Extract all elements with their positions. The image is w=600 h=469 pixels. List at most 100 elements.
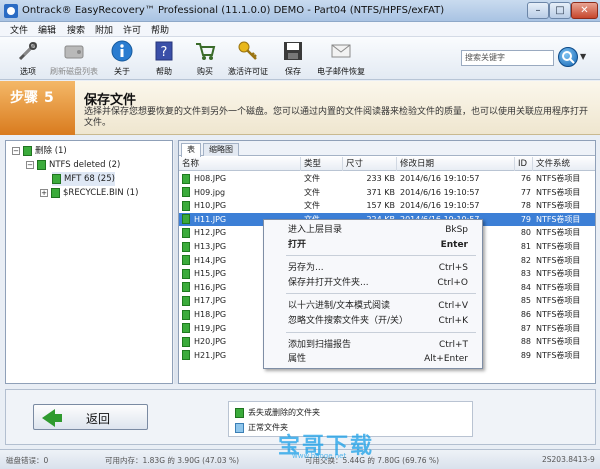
tab-table[interactable]: 表: [181, 143, 201, 157]
column-id[interactable]: ID: [515, 157, 533, 171]
refresh-disk-icon: [64, 45, 84, 59]
context-menu-item[interactable]: 进入上层目录 BkSp: [264, 222, 482, 238]
table-cell-fs: NTFS卷项目: [536, 337, 581, 347]
tools-icon: [18, 41, 38, 61]
file-icon: [182, 200, 190, 211]
context-menu-item[interactable]: 忽略文件搜索文件夹（开/关） Ctrl+K: [264, 313, 482, 329]
menu-extras[interactable]: 附加: [95, 23, 113, 36]
file-icon: [182, 214, 190, 225]
menu-separator: [286, 255, 476, 257]
status-disk-errors: 磁盘错误：0: [6, 456, 49, 465]
file-icon: [182, 350, 190, 361]
step-title: 保存文件: [84, 93, 137, 108]
buy-button[interactable]: 购买: [189, 39, 221, 78]
table-cell-id: 89: [520, 350, 531, 360]
email-recovery-button[interactable]: 电子邮件恢复: [313, 39, 369, 78]
save-button[interactable]: 保存: [278, 39, 308, 78]
info-icon: [111, 40, 133, 62]
file-icon: [182, 295, 190, 306]
folder-tree: − 删除 (1) − NTFS deleted (2) MFT 68 (25) + $…: [5, 140, 173, 384]
app-icon: [4, 4, 18, 18]
table-cell-fs: NTFS卷项目: [536, 174, 581, 183]
column-type[interactable]: 类型: [301, 157, 343, 171]
table-cell-fs: NTFS卷项目: [536, 201, 581, 211]
context-menu: 进入上层目录 BkSp 打开 Enter 另存为... Ctrl+S 保存并打开文件夹...…: [263, 219, 483, 369]
step-label-text: 步骤: [10, 90, 38, 106]
tree-node-mft[interactable]: MFT 68 (25): [52, 172, 115, 186]
mail-icon: [331, 44, 351, 58]
file-icon: [182, 187, 190, 198]
table-cell-fs: NTFS卷项目: [536, 214, 581, 224]
activate-license-button[interactable]: 激活许可证: [226, 39, 270, 78]
column-name[interactable]: 名称: [179, 157, 301, 171]
context-menu-item[interactable]: 属性 Alt+Enter: [264, 351, 482, 367]
help-button[interactable]: ? 帮助: [148, 39, 180, 78]
table-cell-size: 157 KB: [366, 201, 395, 211]
status-code: 2S203.8413-9: [542, 455, 595, 464]
file-icon: [182, 323, 190, 334]
menu-edit[interactable]: 编辑: [38, 23, 56, 36]
table-row[interactable]: H08.JPG 文件 233 KB 2014/6/16 19:10:57 76 NTFS卷…: [179, 172, 595, 186]
folder-icon: [37, 159, 46, 170]
legend-lost-folder: 丢失或删除的文件夹: [235, 407, 320, 418]
menu-separator: [286, 331, 476, 333]
expand-icon[interactable]: +: [40, 188, 48, 197]
menu-search[interactable]: 搜索: [67, 23, 85, 36]
table-row[interactable]: H10.JPG 文件 157 KB 2014/6/16 19:10:57 78 NTFS卷…: [179, 199, 595, 213]
menu-separator: [286, 293, 476, 295]
minimize-button[interactable]: –: [527, 2, 549, 19]
back-button[interactable]: 返回: [33, 404, 148, 430]
about-button[interactable]: 关于: [106, 39, 138, 78]
table-cell-name: H09.jpg: [182, 186, 300, 199]
collapse-icon[interactable]: −: [26, 160, 34, 169]
context-menu-item[interactable]: 打开 Enter: [264, 237, 482, 253]
search-button[interactable]: [558, 47, 578, 67]
file-icon: [182, 241, 190, 252]
table-cell-fs: NTFS卷项目: [536, 228, 581, 238]
key-icon: [238, 41, 257, 60]
search-input[interactable]: 搜索关键字: [461, 50, 554, 66]
tab-thumbnails[interactable]: 缩略图: [203, 143, 239, 156]
table-row[interactable]: H09.jpg 文件 371 KB 2014/6/16 19:10:57 77 NTFS卷…: [179, 186, 595, 200]
file-icon: [182, 255, 190, 266]
close-button[interactable]: ✕: [571, 2, 598, 19]
options-button[interactable]: 选项: [10, 39, 46, 78]
tree-node-deleted[interactable]: − 删除 (1): [12, 144, 67, 158]
watermark-url: www.baoge.net: [292, 452, 347, 460]
context-menu-item[interactable]: 以十六进制/文本模式阅读 Ctrl+V: [264, 298, 482, 314]
step-description: 选择并保存您想要恢复的文件到另外一个磁盘。您可以通过内置的文件阅读器来检验文件的…: [84, 107, 589, 128]
table-cell-type: 文件: [304, 187, 320, 197]
context-menu-item[interactable]: 另存为... Ctrl+S: [264, 260, 482, 276]
file-icon: [182, 268, 190, 279]
folder-icon: [23, 145, 32, 156]
table-cell-fs: NTFS卷项目: [536, 323, 581, 333]
step-number: 5: [44, 90, 54, 106]
maximize-button[interactable]: □: [549, 2, 571, 19]
title-bar: Ontrack® EasyRecovery™ Professional (11.…: [0, 0, 600, 22]
context-menu-item[interactable]: 保存并打开文件夹... Ctrl+O: [264, 275, 482, 291]
table-cell-id: 83: [520, 269, 531, 279]
menu-license[interactable]: 许可: [123, 23, 141, 36]
menu-bar: 文件 编辑 搜索 附加 许可 帮助: [0, 22, 600, 37]
table-cell-type: 文件: [304, 201, 320, 211]
menu-help[interactable]: 帮助: [151, 23, 169, 36]
column-modified[interactable]: 修改日期: [397, 157, 515, 171]
menu-file[interactable]: 文件: [10, 23, 28, 36]
table-cell-fs: NTFS卷项目: [536, 187, 581, 197]
folder-icon: [52, 173, 61, 184]
table-cell-fs: NTFS卷项目: [536, 310, 581, 319]
tree-node-ntfs-deleted[interactable]: − NTFS deleted (2): [26, 158, 120, 172]
table-cell-fs: NTFS卷项目: [536, 242, 581, 251]
column-filesystem[interactable]: 文件系统: [533, 157, 595, 171]
table-cell-id: 87: [520, 323, 531, 333]
table-cell-id: 78: [520, 201, 531, 211]
table-cell-fs: NTFS卷项目: [536, 255, 581, 265]
collapse-icon[interactable]: −: [12, 146, 20, 155]
table-cell-type: 文件: [304, 174, 320, 183]
table-cell-id: 80: [520, 228, 531, 238]
column-size[interactable]: 尺寸: [343, 157, 397, 171]
tree-node-recycle-bin[interactable]: + $RECYCLE.BIN (1): [40, 186, 138, 200]
context-menu-item[interactable]: 添加到扫描报告 Ctrl+T: [264, 337, 482, 353]
status-memory: 可用内存：1.83G 的 3.90G (47.03 %): [105, 456, 240, 465]
search-options-dropdown[interactable]: ▼: [580, 52, 586, 61]
